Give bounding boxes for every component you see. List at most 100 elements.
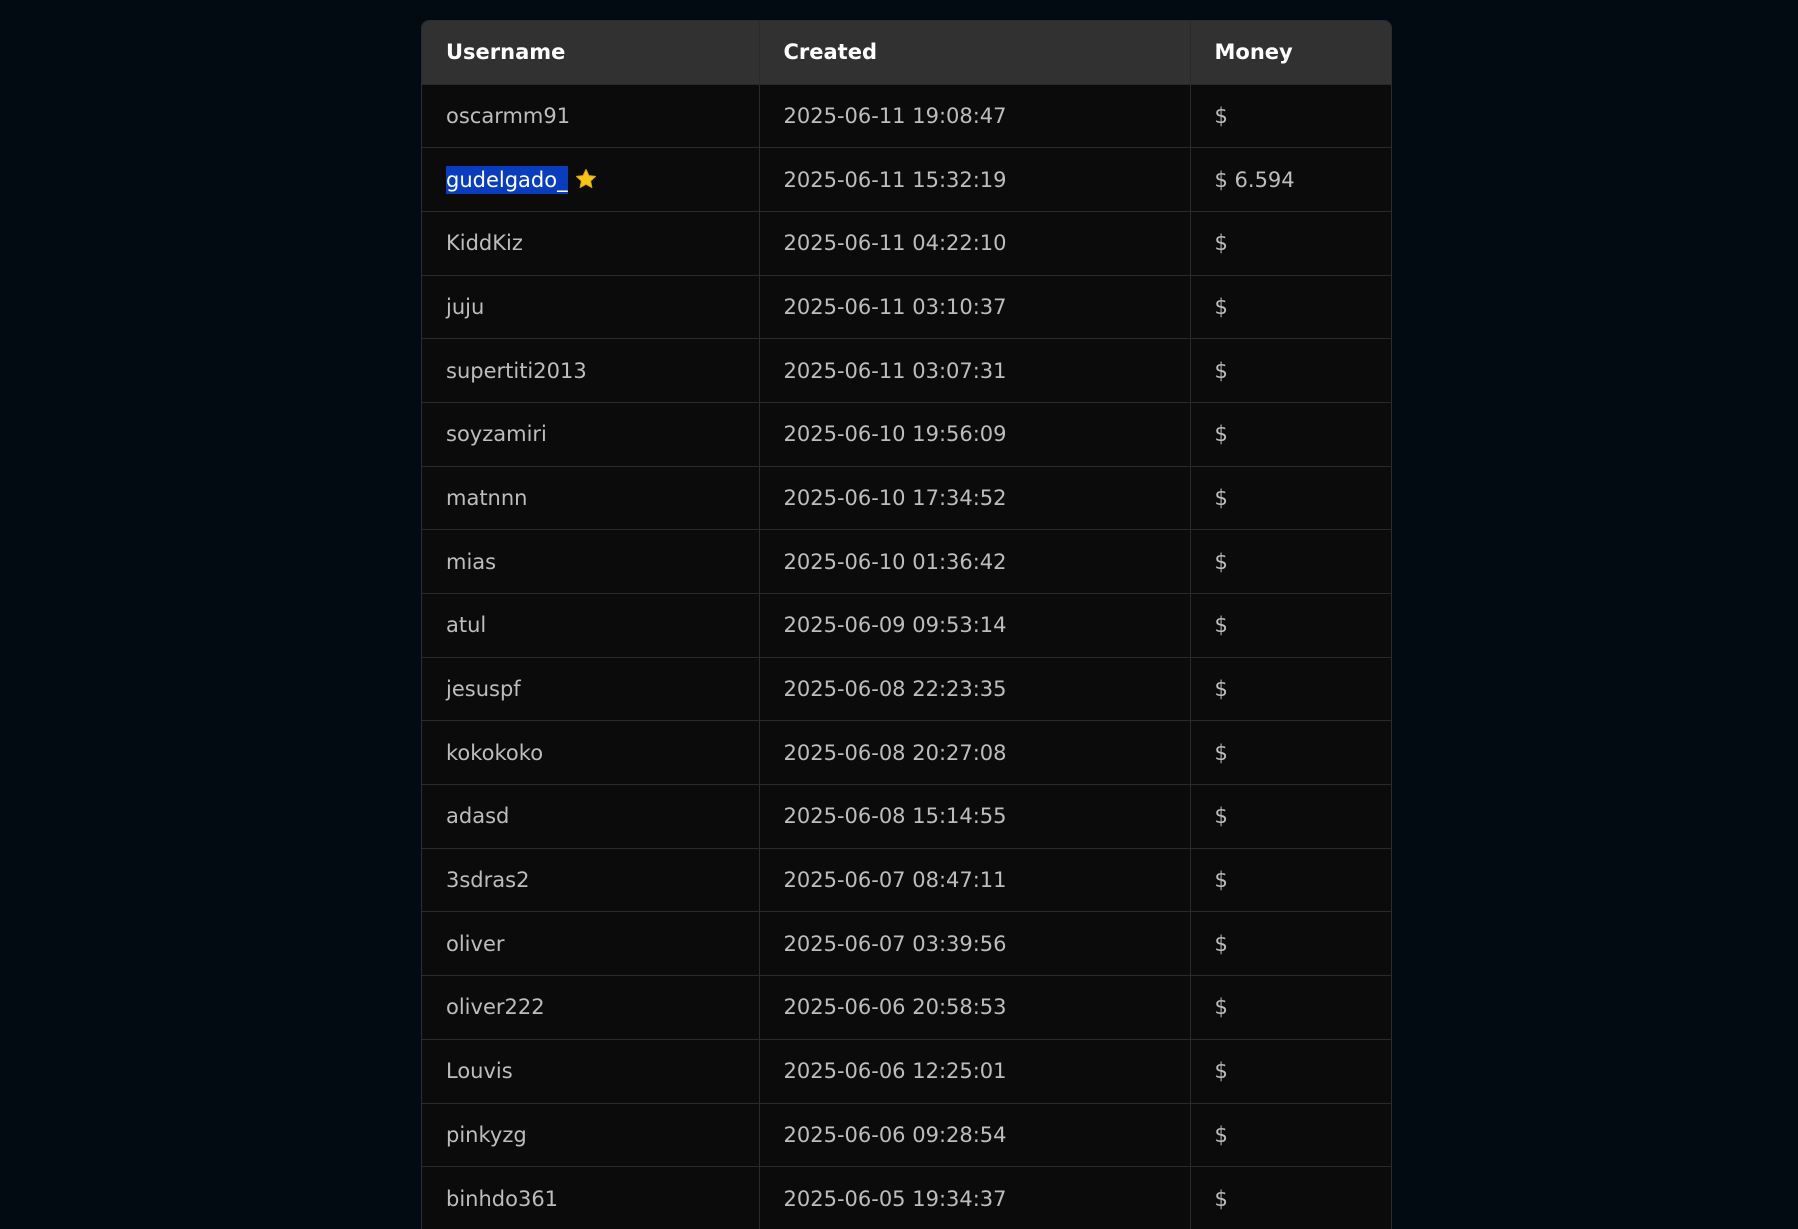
cell-money: $ bbox=[1190, 338, 1391, 403]
cell-created: 2025-06-08 22:23:35 bbox=[759, 657, 1191, 722]
cell-created: 2025-06-11 03:10:37 bbox=[759, 275, 1191, 340]
username-text[interactable]: kokokoko bbox=[446, 741, 543, 765]
cell-money: $ bbox=[1190, 84, 1391, 149]
cell-username: 3sdras2 bbox=[422, 848, 760, 913]
table-row[interactable]: jesuspf 2025-06-08 22:23:35 $ bbox=[422, 657, 1391, 722]
cell-username: oliver222 bbox=[422, 975, 760, 1040]
username-text[interactable]: 3sdras2 bbox=[446, 868, 529, 892]
users-table: Username Created Money oscarmm91 2025-06-… bbox=[422, 21, 1391, 1229]
cell-money: $ bbox=[1190, 402, 1391, 467]
star-icon bbox=[575, 169, 596, 189]
page: Username Created Money oscarmm91 2025-06-… bbox=[0, 0, 1798, 1229]
cell-username: Louvis bbox=[422, 1039, 760, 1104]
table-row[interactable]: atul 2025-06-09 09:53:14 $ bbox=[422, 593, 1391, 658]
username-text[interactable]: gudelgado_ bbox=[446, 166, 568, 195]
table-row[interactable]: supertiti2013 2025-06-11 03:07:31 $ bbox=[422, 338, 1391, 403]
username-text[interactable]: mias bbox=[446, 550, 496, 574]
table-header: Username Created Money bbox=[422, 21, 1391, 85]
cell-username: oscarmm91 bbox=[422, 84, 760, 149]
username-text[interactable]: atul bbox=[446, 613, 486, 637]
cell-username: gudelgado_ bbox=[422, 147, 760, 212]
username-text[interactable]: Louvis bbox=[446, 1059, 513, 1083]
cell-created: 2025-06-07 08:47:11 bbox=[759, 848, 1191, 913]
cell-created: 2025-06-10 19:56:09 bbox=[759, 402, 1191, 467]
cell-username: soyzamiri bbox=[422, 402, 760, 467]
table-body: oscarmm91 2025-06-11 19:08:47 $ gudelgado_ 2… bbox=[422, 84, 1391, 1229]
table-row[interactable]: soyzamiri 2025-06-10 19:56:09 $ bbox=[422, 402, 1391, 467]
username-text[interactable]: pinkyzg bbox=[446, 1123, 527, 1147]
cell-money: $ bbox=[1190, 275, 1391, 340]
cell-money: $ bbox=[1190, 466, 1391, 531]
cell-username: supertiti2013 bbox=[422, 338, 760, 403]
table-row[interactable]: binhdo361 2025-06-05 19:34:37 $ bbox=[422, 1166, 1391, 1229]
cell-money: $ 6.594 bbox=[1190, 147, 1391, 212]
username-text[interactable]: supertiti2013 bbox=[446, 359, 587, 383]
cell-money: $ bbox=[1190, 211, 1391, 276]
cell-created: 2025-06-05 19:34:37 bbox=[759, 1166, 1191, 1229]
table-row[interactable]: oliver222 2025-06-06 20:58:53 $ bbox=[422, 975, 1391, 1040]
table-row[interactable]: juju 2025-06-11 03:10:37 $ bbox=[422, 275, 1391, 340]
cell-money: $ bbox=[1190, 1166, 1391, 1229]
username-text[interactable]: juju bbox=[446, 295, 484, 319]
table-row[interactable]: oscarmm91 2025-06-11 19:08:47 $ bbox=[422, 84, 1391, 149]
cell-money: $ bbox=[1190, 1103, 1391, 1168]
cell-created: 2025-06-10 17:34:52 bbox=[759, 466, 1191, 531]
users-table-container: Username Created Money oscarmm91 2025-06-… bbox=[421, 20, 1392, 1229]
cell-created: 2025-06-11 15:32:19 bbox=[759, 147, 1191, 212]
cell-money: $ bbox=[1190, 720, 1391, 786]
table-row[interactable]: gudelgado_ 2025-06-11 15:32:19 $ 6.594 bbox=[422, 147, 1391, 212]
cell-username: jesuspf bbox=[422, 657, 760, 722]
username-text[interactable]: adasd bbox=[446, 804, 509, 828]
cell-created: 2025-06-10 01:36:42 bbox=[759, 529, 1191, 594]
table-row[interactable]: adasd 2025-06-08 15:14:55 $ bbox=[422, 784, 1391, 849]
cell-created: 2025-06-08 15:14:55 bbox=[759, 784, 1191, 849]
table-row[interactable]: pinkyzg 2025-06-06 09:28:54 $ bbox=[422, 1103, 1391, 1168]
cell-created: 2025-06-07 03:39:56 bbox=[759, 911, 1191, 977]
username-text[interactable]: soyzamiri bbox=[446, 422, 547, 446]
cell-money: $ bbox=[1190, 848, 1391, 913]
cell-created: 2025-06-06 20:58:53 bbox=[759, 975, 1191, 1040]
table-row[interactable]: oliver 2025-06-07 03:39:56 $ bbox=[422, 911, 1391, 977]
cell-created: 2025-06-06 12:25:01 bbox=[759, 1039, 1191, 1104]
cell-created: 2025-06-11 04:22:10 bbox=[759, 211, 1191, 276]
username-text[interactable]: binhdo361 bbox=[446, 1187, 558, 1211]
table-row[interactable]: mias 2025-06-10 01:36:42 $ bbox=[422, 529, 1391, 594]
table-row[interactable]: 3sdras2 2025-06-07 08:47:11 $ bbox=[422, 848, 1391, 913]
cell-money: $ bbox=[1190, 911, 1391, 977]
username-text[interactable]: matnnn bbox=[446, 486, 528, 510]
cell-username: KiddKiz bbox=[422, 211, 760, 276]
username-text[interactable]: KiddKiz bbox=[446, 231, 523, 255]
cell-created: 2025-06-08 20:27:08 bbox=[759, 720, 1191, 786]
cell-money: $ bbox=[1190, 593, 1391, 658]
cell-username: atul bbox=[422, 593, 760, 658]
cell-username: binhdo361 bbox=[422, 1166, 760, 1229]
column-header-created[interactable]: Created bbox=[759, 21, 1191, 85]
column-header-username[interactable]: Username bbox=[422, 21, 760, 85]
cell-created: 2025-06-11 19:08:47 bbox=[759, 84, 1191, 149]
cell-created: 2025-06-11 03:07:31 bbox=[759, 338, 1191, 403]
cell-money: $ bbox=[1190, 529, 1391, 594]
column-header-money[interactable]: Money bbox=[1190, 21, 1391, 85]
table-row[interactable]: KiddKiz 2025-06-11 04:22:10 $ bbox=[422, 211, 1391, 276]
cell-username: adasd bbox=[422, 784, 760, 849]
cell-username: oliver bbox=[422, 911, 760, 977]
table-row[interactable]: matnnn 2025-06-10 17:34:52 $ bbox=[422, 466, 1391, 531]
cell-created: 2025-06-06 09:28:54 bbox=[759, 1103, 1191, 1168]
cell-username: juju bbox=[422, 275, 760, 340]
username-text[interactable]: jesuspf bbox=[446, 677, 521, 701]
cell-created: 2025-06-09 09:53:14 bbox=[759, 593, 1191, 658]
table-row[interactable]: kokokoko 2025-06-08 20:27:08 $ bbox=[422, 720, 1391, 786]
cell-username: pinkyzg bbox=[422, 1103, 760, 1168]
username-text[interactable]: oliver222 bbox=[446, 995, 545, 1019]
username-text[interactable]: oscarmm91 bbox=[446, 104, 570, 128]
cell-username: mias bbox=[422, 529, 760, 594]
cell-money: $ bbox=[1190, 784, 1391, 849]
username-text[interactable]: oliver bbox=[446, 932, 505, 956]
cell-username: matnnn bbox=[422, 466, 760, 531]
cell-money: $ bbox=[1190, 975, 1391, 1040]
table-row[interactable]: Louvis 2025-06-06 12:25:01 $ bbox=[422, 1039, 1391, 1104]
cell-money: $ bbox=[1190, 1039, 1391, 1104]
header-row: Username Created Money bbox=[422, 21, 1391, 85]
cell-money: $ bbox=[1190, 657, 1391, 722]
cell-username: kokokoko bbox=[422, 720, 760, 786]
